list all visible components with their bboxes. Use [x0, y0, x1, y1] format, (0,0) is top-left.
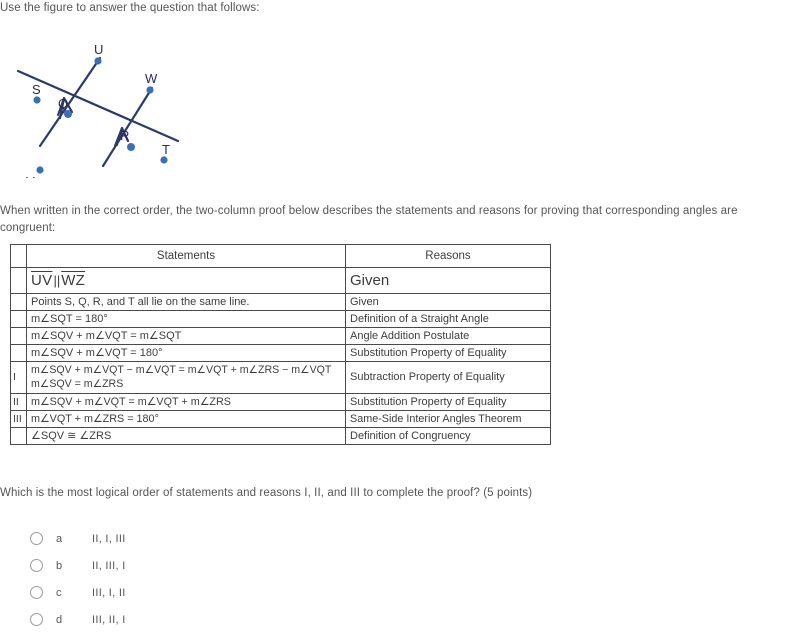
table-row: Points S, Q, R, and T all lie on the sam… [10, 293, 551, 311]
option-letter: d [56, 613, 63, 626]
row-numeral [10, 310, 27, 328]
option-value: III, II, I [92, 613, 126, 626]
geometry-figure: U S Q W R T V Z [0, 28, 210, 178]
option-value: II, I, III [92, 532, 126, 545]
option-a[interactable]: a II, I, III [30, 525, 330, 552]
point-s-dot [33, 96, 41, 104]
radio-button-icon[interactable] [30, 586, 43, 599]
row-statement: m∠VQT + m∠ZRS = 180° [26, 410, 346, 428]
option-b[interactable]: b II, III, I [30, 552, 330, 579]
point-label-t: T [162, 142, 170, 157]
table-row: m∠SQV + m∠VQT = 180° Substitution Proper… [10, 344, 551, 362]
point-t-dot [160, 156, 168, 164]
table-header-row: Statements Reasons [10, 244, 551, 268]
point-r-dot [127, 143, 135, 151]
row-numeral: I [10, 361, 27, 394]
point-label-w: W [145, 71, 158, 86]
table-row: m∠SQV + m∠VQT = m∠SQT Angle Addition Pos… [10, 327, 551, 345]
row-reason: Definition of Congruency [345, 427, 551, 445]
option-letter: a [56, 532, 63, 545]
option-value: II, III, I [92, 559, 126, 572]
segment-uv: UV [31, 272, 53, 289]
table-row: III m∠VQT + m∠ZRS = 180° Same-Side Inter… [10, 410, 551, 428]
row-statement: Points S, Q, R, and T all lie on the sam… [26, 293, 346, 311]
radio-button-icon[interactable] [30, 532, 43, 545]
row-numeral: II [10, 393, 27, 411]
table-row: II m∠SQV + m∠VQT = m∠VQT + m∠ZRS Substit… [10, 393, 551, 411]
header-statements: Statements [26, 244, 346, 268]
header-reasons: Reasons [345, 244, 551, 268]
row-reason: Subtraction Property of Equality [345, 361, 551, 394]
row-reason: Definition of a Straight Angle [345, 310, 551, 328]
point-v-dot [36, 166, 44, 174]
intro-instruction: Use the figure to answer the question th… [0, 2, 260, 14]
row-numeral [10, 293, 27, 311]
point-q-dot [64, 110, 72, 118]
table-row: ∠SQV ≅ ∠ZRS Definition of Congruency [10, 427, 551, 445]
row-numeral [10, 427, 27, 445]
option-letter: c [56, 586, 62, 599]
row-numeral [10, 344, 27, 362]
row-reason: Substitution Property of Equality [345, 344, 551, 362]
row-reason: Same-Side Interior Angles Theorem [345, 410, 551, 428]
segment-wz: WZ [61, 272, 86, 289]
point-label-v: V [26, 174, 35, 178]
option-value: III, I, II [92, 586, 126, 599]
row-numeral [10, 327, 27, 345]
proof-prompt: When written in the correct order, the t… [0, 205, 738, 234]
table-row: I m∠SQV + m∠VQT − m∠VQT = m∠VQT + m∠ZRS … [10, 361, 551, 394]
table-row: m∠SQT = 180° Definition of a Straight An… [10, 310, 551, 328]
row-numeral [10, 267, 27, 294]
parallel-symbol: || [53, 273, 61, 288]
table-header: Statements Reasons [10, 244, 551, 268]
option-d[interactable]: d III, II, I [30, 606, 330, 633]
row-statement: m∠SQV + m∠VQT = m∠SQT [26, 327, 346, 345]
point-label-q: Q [58, 96, 68, 111]
option-c[interactable]: c III, I, II [30, 579, 330, 606]
table-row: UV||WZ Given [10, 267, 551, 294]
row-reason: Given [345, 267, 551, 294]
row-reason: Angle Addition Postulate [345, 327, 551, 345]
header-numeral [10, 244, 27, 268]
two-column-proof-table: Statements Reasons UV||WZ Given Points S… [10, 244, 551, 445]
row-statement: UV||WZ [26, 267, 346, 294]
point-label-s: S [32, 82, 41, 97]
answer-options-group: a II, I, III b II, III, I c III, I, II d… [30, 525, 330, 633]
row-numeral: III [10, 410, 27, 428]
row-statement: ∠SQV ≅ ∠ZRS [26, 427, 346, 445]
row-statement: m∠SQV + m∠VQT = 180° [26, 344, 346, 362]
table-body: UV||WZ Given Points S, Q, R, and T all l… [10, 267, 551, 445]
statement-line-1: m∠SQV + m∠VQT − m∠VQT = m∠VQT + m∠ZRS − … [31, 364, 332, 376]
row-reason: Substitution Property of Equality [345, 393, 551, 411]
row-statement: m∠SQT = 180° [26, 310, 346, 328]
point-label-r: R [120, 128, 129, 143]
row-statement: m∠SQV + m∠VQT − m∠VQT = m∠VQT + m∠ZRS − … [26, 361, 346, 394]
point-u-dot [94, 57, 102, 65]
row-reason: Given [345, 293, 551, 311]
point-label-u: U [94, 42, 103, 57]
option-letter: b [56, 559, 63, 572]
point-w-dot [146, 86, 154, 94]
geometry-figure-svg: U S Q W R T V Z [16, 42, 180, 178]
radio-button-icon[interactable] [30, 559, 43, 572]
question-prompt: Which is the most logical order of state… [0, 487, 533, 499]
row-statement: m∠SQV + m∠VQT = m∠VQT + m∠ZRS [26, 393, 346, 411]
statement-line-2: m∠SQV = m∠ZRS [31, 377, 124, 390]
radio-button-icon[interactable] [30, 613, 43, 626]
